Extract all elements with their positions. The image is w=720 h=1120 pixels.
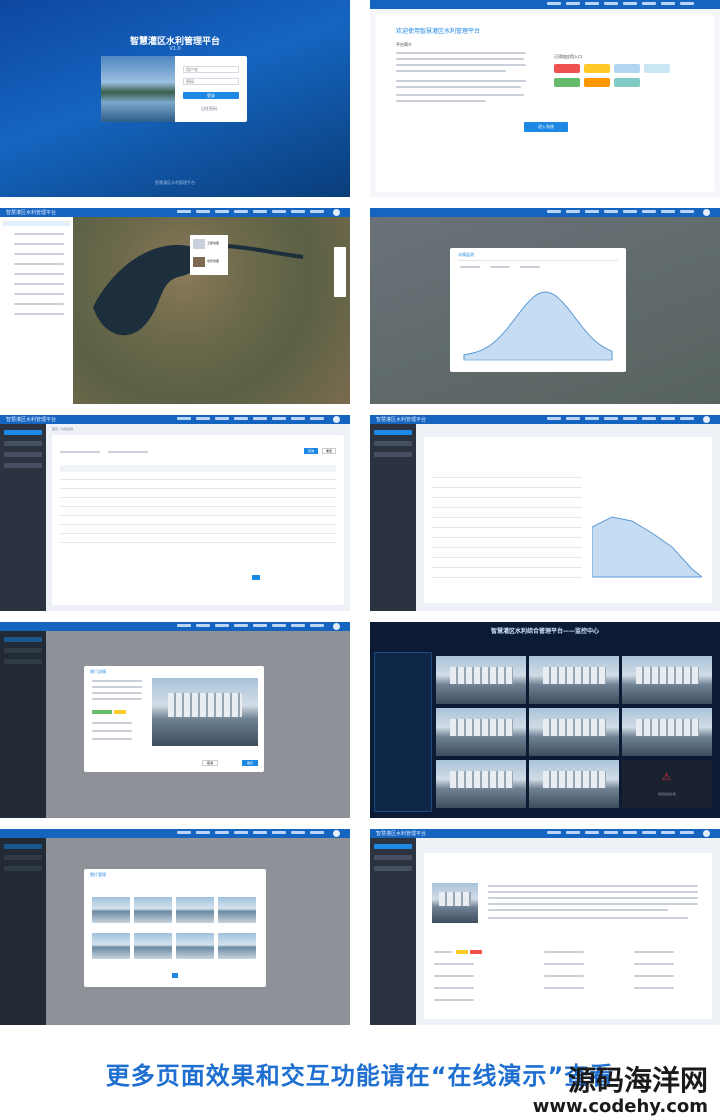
- watermark-name: 源码海洋网: [567, 1064, 708, 1097]
- enter-system-button[interactable]: 进入系统: [524, 122, 568, 132]
- welcome-panel: 欢迎使用智慧灌区水利管理平台 平台简介 已添加应用入口 进入系统: [376, 14, 714, 192]
- monitor-title: 智慧灌区水利综合管理平台——监控中心: [490, 628, 599, 635]
- table-panel: 查询 重置: [52, 435, 344, 605]
- remember-password-link[interactable]: 记住密码: [201, 106, 217, 112]
- welcome-title: 欢迎使用智慧灌区水利管理平台: [396, 28, 481, 35]
- login-button[interactable]: 登录: [183, 92, 239, 99]
- breadcrumb: 首页 / 水情监测: [52, 427, 73, 431]
- offline-video-tile: ⚠ 视频加载失败: [622, 760, 712, 808]
- avatar[interactable]: [333, 209, 340, 216]
- quick-entry-heading: 已添加应用入口: [554, 54, 582, 59]
- app-header: 智慧灌区水利管理平台: [370, 415, 720, 424]
- water-level-modal: 水情监测: [450, 248, 626, 372]
- warning-icon: ⚠: [662, 772, 671, 783]
- login-screen: 智慧灌区水利管理平台 V1.0 登录 记住密码 智慧灌区水利管理平台: [0, 0, 350, 197]
- app-entry-2[interactable]: [584, 64, 610, 73]
- app-header: [370, 0, 720, 9]
- water-level-area-chart: [463, 291, 613, 361]
- watermark-url: www.codehy.com: [532, 1096, 708, 1117]
- detail-page-screen: 智慧灌区水利管理平台: [370, 829, 720, 1025]
- app-entry-1[interactable]: [554, 64, 580, 73]
- app-header: 智慧灌区水利管理平台: [0, 415, 350, 424]
- search-button[interactable]: 查询: [304, 448, 318, 454]
- area-series: [463, 291, 613, 361]
- detail-modal-title: 闸门详情: [90, 669, 106, 674]
- station-list-panel: [0, 217, 73, 404]
- table-chart-screen: 智慧灌区水利管理平台: [370, 415, 720, 611]
- login-copyright: 智慧灌区水利管理平台: [155, 180, 195, 185]
- app-header: [0, 622, 350, 631]
- sidebar: [0, 424, 46, 611]
- app-entry-7[interactable]: [614, 78, 640, 87]
- chart-modal-screen: 水情监测: [370, 208, 720, 404]
- map-layer-satellite[interactable]: 卫星地图: [207, 241, 219, 245]
- gallery-modal-title: 图片管理: [90, 872, 106, 877]
- app-entry-5[interactable]: [554, 78, 580, 87]
- app-header: 智慧灌区水利管理平台: [370, 829, 720, 838]
- app-header: [370, 208, 720, 217]
- username-input[interactable]: [183, 66, 239, 73]
- offline-text: 视频加载失败: [657, 792, 676, 796]
- app-entry-6[interactable]: [584, 78, 610, 87]
- password-input[interactable]: [183, 78, 239, 85]
- monitor-center-screen: 智慧灌区水利综合管理平台——监控中心 ⚠ 视频加载失败: [370, 622, 720, 818]
- sidebar: [370, 424, 416, 611]
- sidebar: [370, 838, 416, 1025]
- detail-modal-screen: 闸门详情 取消 确定: [0, 622, 350, 818]
- confirm-button[interactable]: 确定: [242, 760, 258, 766]
- data-panel: [424, 437, 712, 603]
- reset-button[interactable]: 重置: [322, 448, 336, 454]
- gate-detail-modal: 闸门详情 取消 确定: [84, 666, 264, 772]
- welcome-screen: 欢迎使用智慧灌区水利管理平台 平台简介 已添加应用入口 进入系统: [370, 0, 720, 197]
- map-layer-terrain[interactable]: 地形地图: [207, 259, 219, 263]
- cancel-button[interactable]: 取消: [202, 760, 218, 766]
- gate-photo: [152, 678, 258, 746]
- app-entry-3[interactable]: [614, 64, 640, 73]
- site-watermark: 源码海洋网 www.codehy.com: [533, 1066, 708, 1118]
- login-version: V1.0: [169, 46, 181, 52]
- station-photo: [432, 883, 478, 923]
- login-card: 登录 记住密码: [101, 56, 247, 122]
- intro-heading: 平台简介: [396, 42, 412, 47]
- map-screen: 智慧灌区水利管理平台 卫星地图 地形地图: [0, 208, 350, 404]
- app-header: 智慧灌区水利管理平台: [0, 208, 350, 217]
- map-layer-popup[interactable]: 卫星地图 地形地图: [190, 235, 228, 275]
- image-gallery-modal: 图片管理: [84, 869, 266, 987]
- app-entry-4[interactable]: [644, 64, 670, 73]
- map-tools[interactable]: [334, 247, 346, 297]
- gallery-modal-screen: 图片管理: [0, 829, 350, 1025]
- app-header: [0, 829, 350, 838]
- trend-area-chart: [592, 516, 702, 578]
- screenshot-collage: 智慧灌区水利管理平台 V1.0 登录 记住密码 智慧灌区水利管理平台 欢迎使用智…: [0, 0, 720, 1040]
- table-screen: 智慧灌区水利管理平台 首页 / 水情监测 查询 重置: [0, 415, 350, 611]
- detail-panel: [424, 853, 712, 1019]
- monitor-side-panel: [374, 652, 432, 812]
- satellite-map[interactable]: 卫星地图 地形地图: [73, 217, 350, 404]
- login-landscape-image: [101, 56, 175, 122]
